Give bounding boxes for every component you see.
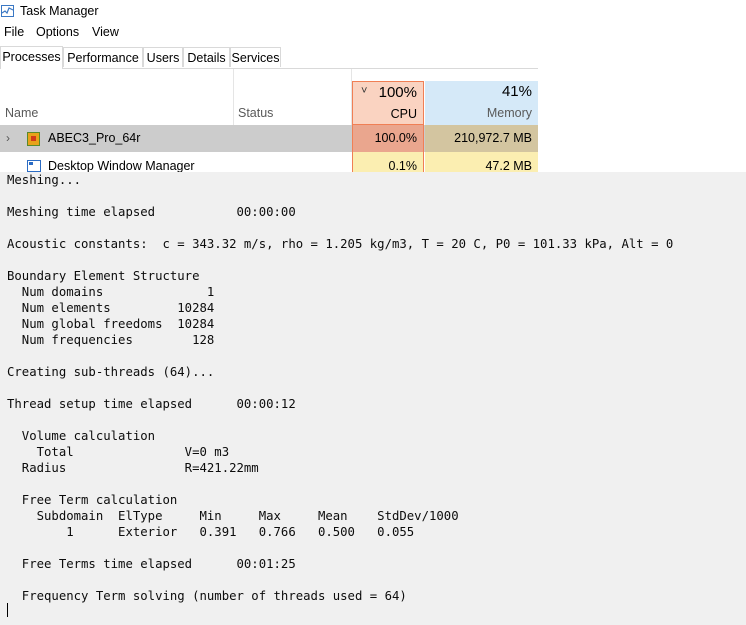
column-divider[interactable] [233, 69, 234, 125]
memory-cell: 47.2 MB [425, 152, 538, 172]
memory-cell: 210,972.7 MB [425, 125, 538, 152]
task-manager-icon [1, 5, 14, 17]
process-row[interactable]: › ABEC3_Pro_64r 100.0% 210,972.7 MB [0, 125, 538, 152]
console-window[interactable]: Meshing... Meshing time elapsed 00:00:00… [0, 172, 746, 625]
column-status[interactable]: Status [238, 106, 273, 120]
memory-value: 47.2 MB [485, 159, 532, 172]
memory-value: 210,972.7 MB [454, 131, 532, 145]
tab-strip: Processes Performance Users Details Serv… [0, 46, 538, 69]
process-row[interactable]: Desktop Window Manager 0.1% 47.2 MB [0, 152, 538, 172]
tab-services[interactable]: Services [230, 47, 281, 67]
process-name: Desktop Window Manager [48, 159, 195, 172]
tab-performance[interactable]: Performance [63, 47, 143, 67]
cpu-label: CPU [390, 107, 417, 121]
chevron-right-icon[interactable]: › [6, 131, 10, 145]
console-output: Meshing... Meshing time elapsed 00:00:00… [7, 173, 674, 603]
tab-details[interactable]: Details [183, 47, 230, 67]
column-cpu[interactable]: ˅ 100% CPU [352, 81, 424, 125]
column-memory[interactable]: 41% Memory [425, 81, 538, 125]
column-header: Name Status ˅ 100% CPU 41% Memory [0, 69, 538, 125]
window-manager-icon [27, 160, 41, 172]
menu-view[interactable]: View [92, 25, 119, 39]
tab-processes[interactable]: Processes [0, 46, 63, 69]
menu-bar: File Options View [0, 25, 538, 43]
task-manager-window: Task Manager File Options View Processes… [0, 0, 538, 172]
memory-label: Memory [486, 106, 532, 120]
cpu-value: 100.0% [374, 131, 417, 145]
cpu-value: 0.1% [388, 159, 418, 172]
chevron-down-icon: ˅ [361, 85, 368, 97]
menu-file[interactable]: File [4, 25, 24, 39]
memory-total-percent: 41% [501, 83, 532, 100]
cpu-cell: 100.0% [352, 125, 424, 152]
cpu-cell: 0.1% [352, 152, 424, 172]
tab-users[interactable]: Users [143, 47, 183, 67]
text-cursor [7, 603, 8, 617]
column-name[interactable]: Name [5, 106, 38, 120]
menu-options[interactable]: Options [36, 25, 79, 39]
process-name: ABEC3_Pro_64r [48, 131, 141, 145]
window-title: Task Manager [20, 4, 99, 18]
cpu-total-percent: 100% [378, 84, 417, 101]
abec-app-icon [27, 132, 40, 146]
title-bar: Task Manager [0, 0, 538, 24]
